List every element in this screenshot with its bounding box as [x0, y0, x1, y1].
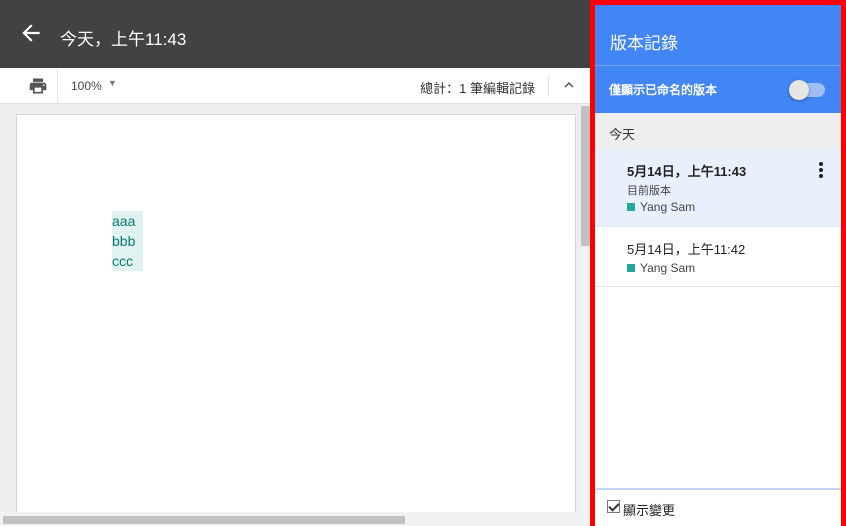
user-color-swatch — [627, 203, 635, 211]
panel-header: 版本記錄 僅顯示已命名的版本 — [595, 5, 841, 113]
horizontal-scroll-thumb[interactable] — [3, 516, 405, 524]
vertical-scrollbar[interactable] — [581, 104, 590, 526]
show-changes-checkbox[interactable] — [607, 500, 620, 513]
document-page[interactable]: aaa bbb ccc — [16, 114, 576, 514]
print-icon[interactable] — [28, 76, 48, 96]
version-date: 5月14日，上午11:42 — [627, 242, 746, 257]
version-title: 今天，上午11:43 — [60, 30, 187, 49]
document-line: bbb — [112, 231, 143, 251]
user-color-swatch — [627, 264, 635, 272]
document-line: ccc — [112, 251, 143, 271]
panel-divider — [595, 65, 841, 66]
version-editor-name: Yang Sam — [640, 261, 696, 275]
more-options-icon[interactable] — [815, 161, 827, 181]
toolbar-divider — [57, 68, 58, 104]
document-text: aaa bbb ccc — [112, 211, 143, 271]
version-editor: Yang Sam — [627, 200, 695, 214]
version-date: 5月14日，上午11:43 — [627, 164, 747, 179]
horizontal-scrollbar[interactable] — [0, 512, 590, 526]
document-line: aaa — [112, 211, 143, 231]
zoom-select[interactable]: 100% — [71, 79, 102, 93]
version-group-label: 今天 — [609, 127, 636, 142]
version-item[interactable]: 5月14日，上午11:42 Yang Sam — [595, 227, 841, 287]
toggle-knob[interactable] — [789, 80, 809, 100]
panel-title: 版本記錄 — [610, 34, 678, 53]
toolbar-divider — [548, 76, 549, 96]
total-edits: 總計：1 筆編輯記錄 — [420, 81, 535, 96]
version-item[interactable]: 5月14日，上午11:43 目前版本 Yang Sam — [595, 149, 841, 227]
panel-footer: 顯示變更 — [595, 488, 841, 526]
toolbar: 100% ▼ 總計：1 筆編輯記錄 — [0, 68, 590, 104]
chevron-down-icon[interactable]: ▼ — [108, 78, 117, 88]
arrow-back-icon[interactable] — [18, 20, 44, 46]
vertical-scroll-thumb[interactable] — [581, 106, 590, 246]
version-editor-name: Yang Sam — [640, 200, 696, 214]
document-area: aaa bbb ccc — [0, 104, 590, 526]
version-group-header: 今天 — [595, 113, 841, 149]
chevron-up-icon[interactable] — [560, 76, 578, 94]
named-versions-filter-label: 僅顯示已命名的版本 — [609, 83, 718, 97]
version-subtitle: 目前版本 — [627, 185, 671, 197]
named-versions-toggle[interactable] — [789, 80, 827, 100]
version-history-panel: 版本記錄 僅顯示已命名的版本 今天 5月14日，上午11:43 目前版本 Yan… — [590, 0, 846, 526]
top-header: 今天，上午11:43 — [0, 0, 590, 68]
version-editor: Yang Sam — [627, 261, 695, 275]
show-changes-label[interactable]: 顯示變更 — [623, 500, 675, 519]
